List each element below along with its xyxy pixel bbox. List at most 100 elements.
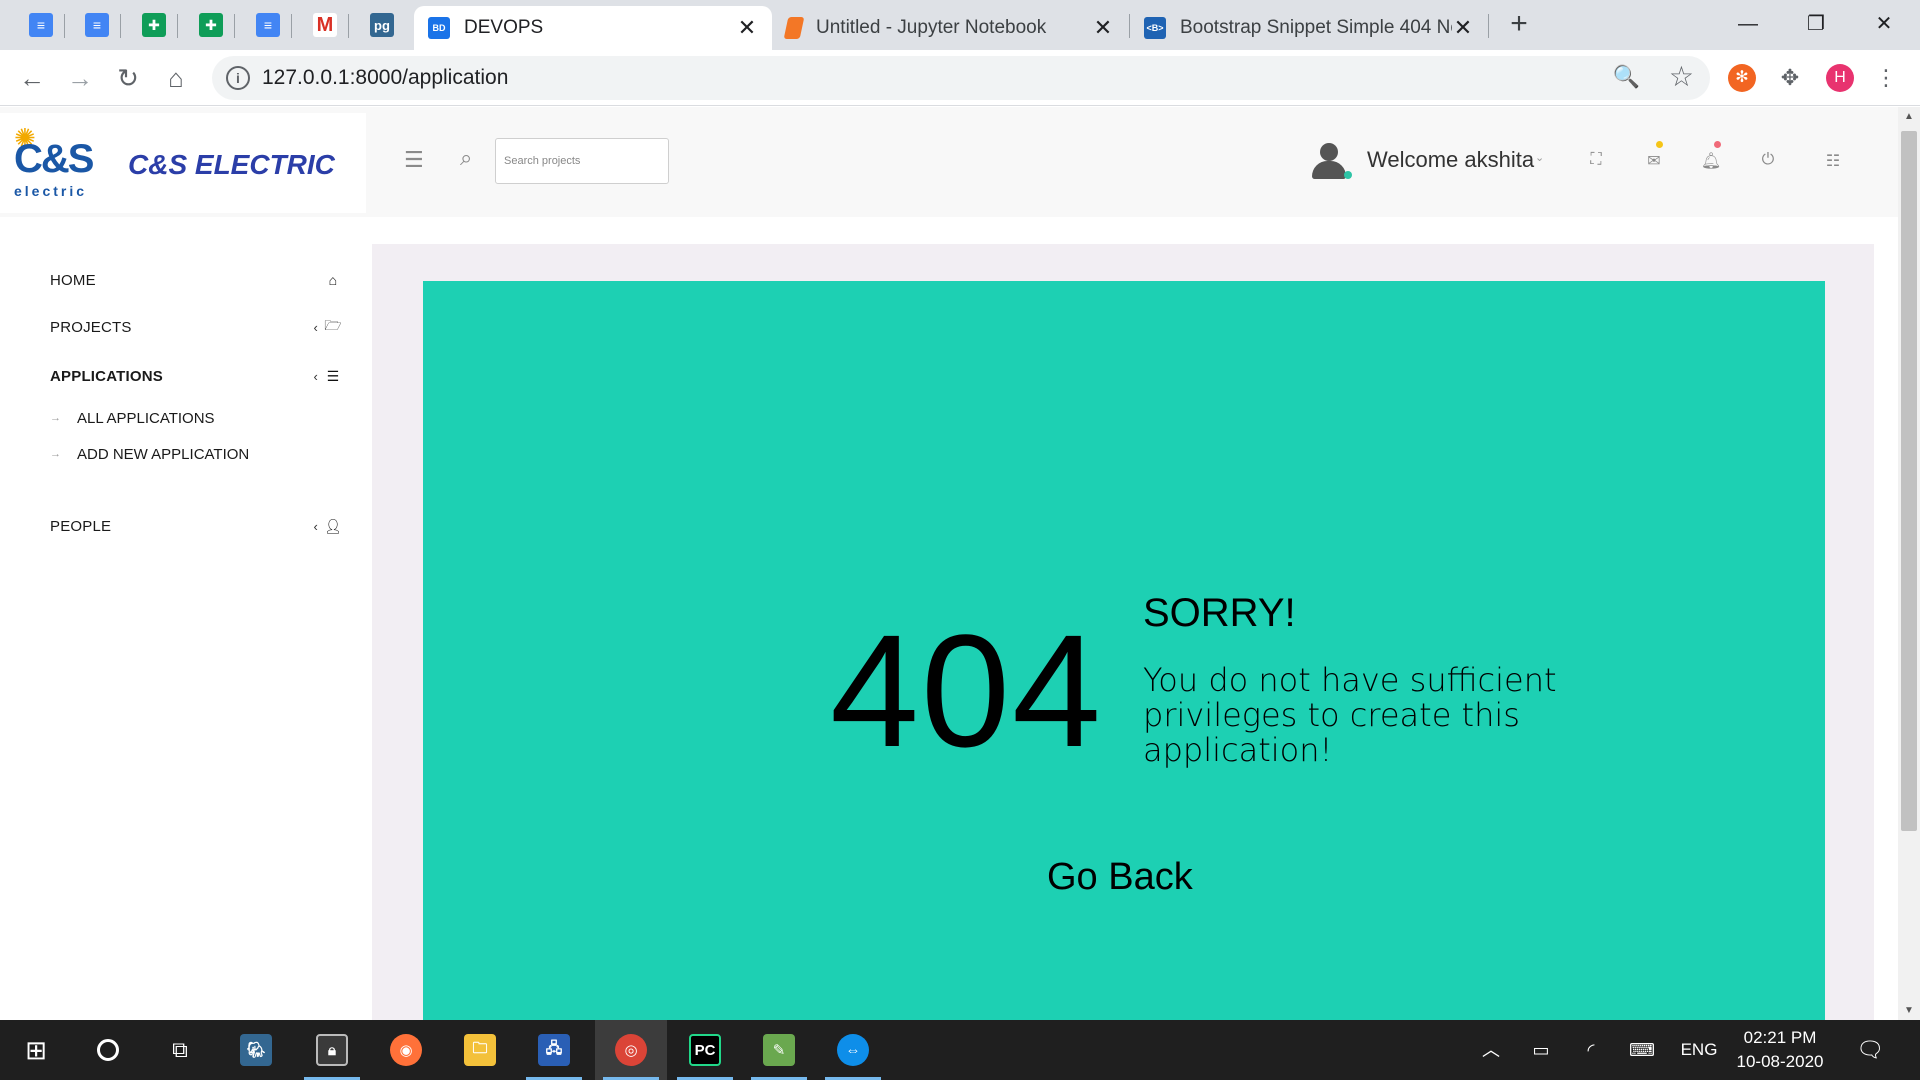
taskbar-firefox[interactable]: ◉ xyxy=(370,1020,442,1080)
close-tab-icon[interactable]: ✕ xyxy=(1452,15,1474,41)
start-button[interactable]: ⊞ xyxy=(0,1020,72,1080)
restore-button[interactable]: ❐ xyxy=(1786,4,1846,44)
sidebar-item-projects[interactable]: PROJECTS ‹ 🗁 xyxy=(50,312,342,342)
windows-taskbar: ⊞ ⧉ 🐘︎ 🔒︎ ◉ 🗀 🖧 ◎ PC ✎ ⇔ ︿ ▭ ◜ ⌨ ENG 02:… xyxy=(0,1020,1920,1080)
welcome-user-text[interactable]: Welcome akshita xyxy=(1367,147,1534,173)
chevron-left-icon: ‹ xyxy=(313,518,318,534)
forward-button[interactable]: → xyxy=(62,60,98,96)
reload-button[interactable]: ↻ xyxy=(110,60,146,96)
go-back-link[interactable]: Go Back xyxy=(1047,856,1193,899)
pinned-tab-pgadmin[interactable]: pg xyxy=(365,8,399,42)
sidebar-subitem-add-new-application[interactable]: → ADD NEW APPLICATION xyxy=(50,442,249,466)
taskbar-secure-app[interactable]: 🔒︎ xyxy=(296,1020,368,1080)
pinned-tab-docs-1[interactable]: ≡ xyxy=(24,8,58,42)
menu-toggle-icon[interactable]: ☰ xyxy=(404,147,424,173)
error-message: You do not have sufficient privileges to… xyxy=(1143,661,1557,769)
url-text[interactable]: 127.0.0.1:8000/application xyxy=(262,56,508,100)
search-icon[interactable]: ⌕ xyxy=(460,145,472,171)
language-indicator[interactable]: ENG xyxy=(1676,1020,1722,1080)
task-view-button[interactable]: ⧉ xyxy=(144,1020,216,1080)
cortana-circle-icon xyxy=(97,1039,119,1061)
close-tab-icon[interactable]: ✕ xyxy=(736,15,758,41)
keyboard-icon[interactable]: ⌨ xyxy=(1622,1020,1662,1080)
mail-icon[interactable]: ✉ xyxy=(1642,151,1666,171)
taskbar-teamviewer[interactable]: ⇔ xyxy=(817,1020,889,1080)
checklist-icon: ☰ xyxy=(326,367,340,384)
pinned-tab-sheets-2[interactable]: ✚ xyxy=(194,8,228,42)
home-button[interactable]: ⌂ xyxy=(158,60,194,96)
taskbar-pycharm[interactable]: PC xyxy=(669,1020,741,1080)
tab-title: DEVOPS xyxy=(464,17,544,38)
close-icon: ✕ xyxy=(1875,13,1893,35)
sidebar-item-home[interactable]: HOME ⌂ xyxy=(50,265,342,295)
restore-icon: ❐ xyxy=(1807,13,1825,35)
pycharm-icon: PC xyxy=(689,1034,721,1066)
system-clock[interactable]: 02:21 PM 10-08-2020 xyxy=(1720,1026,1840,1074)
company-logo: ✺ C&S electric xyxy=(14,123,94,199)
taskbar-file-explorer[interactable]: 🗀 xyxy=(444,1020,516,1080)
extensions-puzzle-icon[interactable]: ✥ xyxy=(1776,64,1804,92)
notifications-icon[interactable]: 🗨︎ xyxy=(1850,1020,1890,1080)
taskbar-network-app[interactable]: 🖧 xyxy=(518,1020,590,1080)
battery-icon[interactable]: ▭ xyxy=(1524,1020,1558,1080)
sidebar-item-applications[interactable]: APPLICATIONS ‹ ☰ xyxy=(50,361,342,391)
bootstrap-favicon-icon: <B> xyxy=(1144,17,1166,39)
brand-area[interactable]: ✺ C&S electric C&S ELECTRIC xyxy=(0,113,366,213)
pinned-tab-docs-2[interactable]: ≡ xyxy=(80,8,114,42)
taskbar-image-app[interactable]: ✎ xyxy=(743,1020,815,1080)
error-code: 404 xyxy=(830,601,1103,780)
sidebar-subitem-all-applications[interactable]: → ALL APPLICATIONS xyxy=(50,406,215,430)
reload-icon: ↻ xyxy=(117,63,139,93)
close-window-button[interactable]: ✕ xyxy=(1854,4,1914,44)
home-icon: ⌂ xyxy=(328,272,338,288)
page-scrollbar[interactable]: ▲ ▼ xyxy=(1898,107,1920,1020)
tab-devops[interactable]: BD DEVOPS ✕ xyxy=(414,6,772,50)
info-icon[interactable]: i xyxy=(226,66,250,90)
extension-icon[interactable]: ✻ xyxy=(1728,64,1756,92)
arrow-right-icon: → xyxy=(67,63,93,93)
chevron-down-icon[interactable]: ⌄ xyxy=(1535,151,1544,164)
address-bar[interactable]: i 127.0.0.1:8000/application 🔍 ☆ xyxy=(212,56,1710,100)
chevron-left-icon: ‹ xyxy=(313,368,318,384)
bell-icon[interactable]: 🔔︎ xyxy=(1699,151,1723,171)
clock-date: 10-08-2020 xyxy=(1736,1052,1824,1071)
bell-notification-dot xyxy=(1714,141,1721,148)
pinned-tab-sheets-1[interactable]: ✚ xyxy=(137,8,171,42)
pinned-tab-docs-3[interactable]: ≡ xyxy=(251,8,285,42)
user-avatar[interactable] xyxy=(1310,141,1352,181)
show-hidden-icons-button[interactable]: ︿ xyxy=(1476,1020,1506,1080)
scrollbar-thumb[interactable] xyxy=(1901,131,1917,831)
power-icon[interactable]: ⏻ xyxy=(1756,151,1780,169)
search-button[interactable] xyxy=(72,1020,144,1080)
taskbar-chrome[interactable]: ◎ xyxy=(595,1020,667,1080)
search-input[interactable] xyxy=(495,138,669,184)
sidebar-item-people[interactable]: PEOPLE ‹ 👤︎ xyxy=(50,511,342,541)
plus-icon: + xyxy=(1510,7,1528,40)
postgres-elephant-icon: 🐘︎ xyxy=(240,1034,272,1066)
taskbar-pgadmin[interactable]: 🐘︎ xyxy=(220,1020,292,1080)
tab-jupyter[interactable]: Untitled - Jupyter Notebook ✕ xyxy=(772,6,1128,50)
profile-avatar[interactable]: H xyxy=(1826,64,1854,92)
clock-time: 02:21 PM xyxy=(1743,1028,1817,1047)
scroll-down-icon[interactable]: ▼ xyxy=(1898,1005,1920,1016)
fullscreen-icon[interactable]: ⛶ xyxy=(1584,151,1608,169)
list-icon[interactable]: ☷ xyxy=(1821,151,1845,171)
scroll-up-icon[interactable]: ▲ xyxy=(1898,111,1920,122)
zoom-icon[interactable]: 🔍 xyxy=(1613,64,1640,90)
pinned-tab-gmail[interactable]: M xyxy=(308,8,342,42)
wifi-icon[interactable]: ◜ xyxy=(1574,1020,1608,1080)
arrow-left-icon: ← xyxy=(19,63,45,93)
mail-notification-dot xyxy=(1656,141,1663,148)
minimize-icon: — xyxy=(1738,13,1758,35)
online-status-dot xyxy=(1344,171,1352,179)
task-view-icon: ⧉ xyxy=(172,1037,188,1062)
tab-bootstrap-snippet[interactable]: <B> Bootstrap Snippet Simple 404 Nc ✕ xyxy=(1130,6,1488,50)
back-button[interactable]: ← xyxy=(14,60,50,96)
minimize-button[interactable]: — xyxy=(1718,4,1778,44)
close-tab-icon[interactable]: ✕ xyxy=(1092,15,1114,41)
chrome-icon: ◎ xyxy=(615,1034,647,1066)
new-tab-button[interactable]: + xyxy=(1502,8,1536,42)
browser-menu-icon[interactable]: ⋮ xyxy=(1872,64,1900,92)
brand-name: C&S ELECTRIC xyxy=(128,149,335,180)
bookmark-star-icon[interactable]: ☆ xyxy=(1669,60,1694,93)
